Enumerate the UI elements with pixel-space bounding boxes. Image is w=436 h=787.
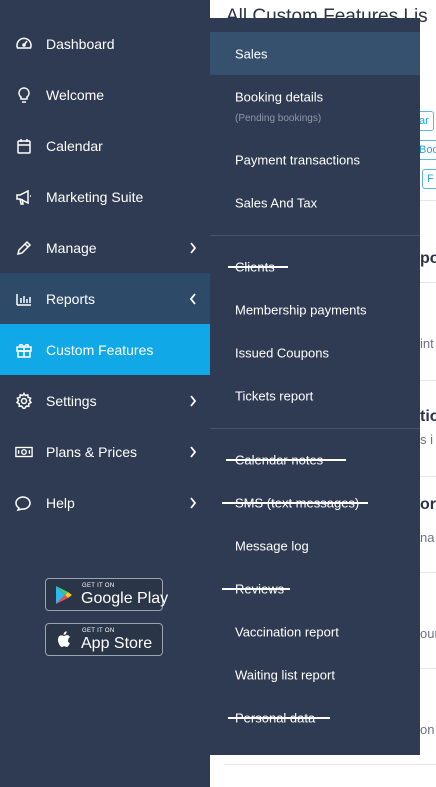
sidebar-item-label: Reports (46, 290, 96, 307)
sidebar-item-label: Calendar (46, 137, 103, 154)
submenu-item-personal-data[interactable]: Personal data (210, 696, 420, 739)
sidebar-item-label: Marketing Suite (46, 188, 144, 205)
speech-bubble-icon (15, 494, 33, 512)
app-store-badge[interactable]: GET IT ON App Store (45, 623, 163, 656)
submenu-item-clients[interactable]: Clients (210, 245, 420, 288)
sidebar-item-marketing-suite[interactable]: Marketing Suite (0, 171, 210, 222)
submenu-item-sublabel: (Pending bookings) (235, 113, 322, 124)
google-play-badge[interactable]: GET IT ON Google Play (45, 578, 168, 611)
sidebar: Dashboard Welcome Calendar Marketing Sui… (0, 0, 210, 787)
reports-submenu: Sales Booking details (Pending bookings)… (210, 18, 420, 755)
card-title-fragment: tio (420, 408, 436, 425)
filter-chip[interactable]: F (422, 169, 436, 189)
google-play-icon (53, 584, 75, 606)
submenu-item-sales[interactable]: Sales (210, 32, 420, 75)
submenu-item-sales-and-tax[interactable]: Sales And Tax (210, 181, 420, 224)
dashboard-icon (15, 35, 33, 53)
submenu-item-payment-transactions[interactable]: Payment transactions (210, 138, 420, 181)
submenu-divider (210, 428, 420, 429)
sidebar-item-settings[interactable]: Settings (0, 375, 210, 426)
bar-chart-icon (15, 290, 33, 308)
sidebar-item-label: Manage (46, 239, 97, 256)
money-icon (15, 443, 33, 461)
strikethrough (228, 266, 288, 268)
chevron-right-icon (188, 445, 198, 458)
card-text-fragment: na (420, 530, 435, 545)
submenu-item-vaccination-report[interactable]: Vaccination report (210, 610, 420, 653)
card-text-fragment: on y (420, 722, 436, 737)
strikethrough (228, 717, 330, 719)
sidebar-item-help[interactable]: Help (0, 477, 210, 528)
card-text-fragment: s i (420, 432, 433, 447)
gear-icon (15, 391, 33, 410)
submenu-item-calendar-notes[interactable]: Calendar notes (210, 438, 420, 481)
strikethrough (222, 502, 368, 504)
submenu-item-reviews[interactable]: Reviews (210, 567, 420, 610)
submenu-item-issued-coupons[interactable]: Issued Coupons (210, 331, 420, 374)
chevron-right-icon (188, 241, 198, 254)
card-text-fragment: our (420, 626, 436, 641)
apple-icon (53, 629, 75, 651)
sidebar-item-dashboard[interactable]: Dashboard (0, 18, 210, 69)
chevron-left-icon (188, 292, 198, 305)
sidebar-item-label: Dashboard (46, 35, 115, 52)
sidebar-item-plans-prices[interactable]: Plans & Prices (0, 426, 210, 477)
submenu-item-message-log[interactable]: Message log (210, 524, 420, 567)
lightbulb-icon (15, 86, 33, 104)
pencil-icon (15, 239, 33, 257)
sidebar-item-reports[interactable]: Reports (0, 273, 210, 324)
sidebar-item-label: Help (46, 494, 75, 511)
strikethrough (222, 588, 290, 590)
sidebar-item-custom-features[interactable]: Custom Features (0, 324, 210, 375)
sidebar-item-label: Custom Features (46, 341, 154, 358)
strikethrough (226, 459, 346, 461)
submenu-item-membership-payments[interactable]: Membership payments (210, 288, 420, 331)
sidebar-item-label: Welcome (46, 86, 105, 103)
gift-icon (15, 341, 33, 359)
sidebar-item-label: Plans & Prices (46, 443, 138, 460)
submenu-item-waiting-list-report[interactable]: Waiting list report (210, 653, 420, 696)
card-text-fragment: int (420, 336, 434, 351)
submenu-item-tickets-report[interactable]: Tickets report (210, 374, 420, 417)
sidebar-item-calendar[interactable]: Calendar (0, 120, 210, 171)
card-title-fragment: ori (420, 496, 436, 513)
card-title-fragment: po (420, 250, 436, 267)
calendar-icon (15, 137, 33, 155)
megaphone-icon (15, 188, 33, 206)
sidebar-item-manage[interactable]: Manage (0, 222, 210, 273)
submenu-item-sms[interactable]: SMS (text messages) (210, 481, 420, 524)
sidebar-item-welcome[interactable]: Welcome (0, 69, 210, 120)
chevron-right-icon (188, 394, 198, 407)
submenu-item-booking-details[interactable]: Booking details (Pending bookings) (210, 77, 420, 129)
submenu-divider (210, 235, 420, 236)
chevron-right-icon (188, 496, 198, 509)
sidebar-item-label: Settings (46, 392, 97, 409)
